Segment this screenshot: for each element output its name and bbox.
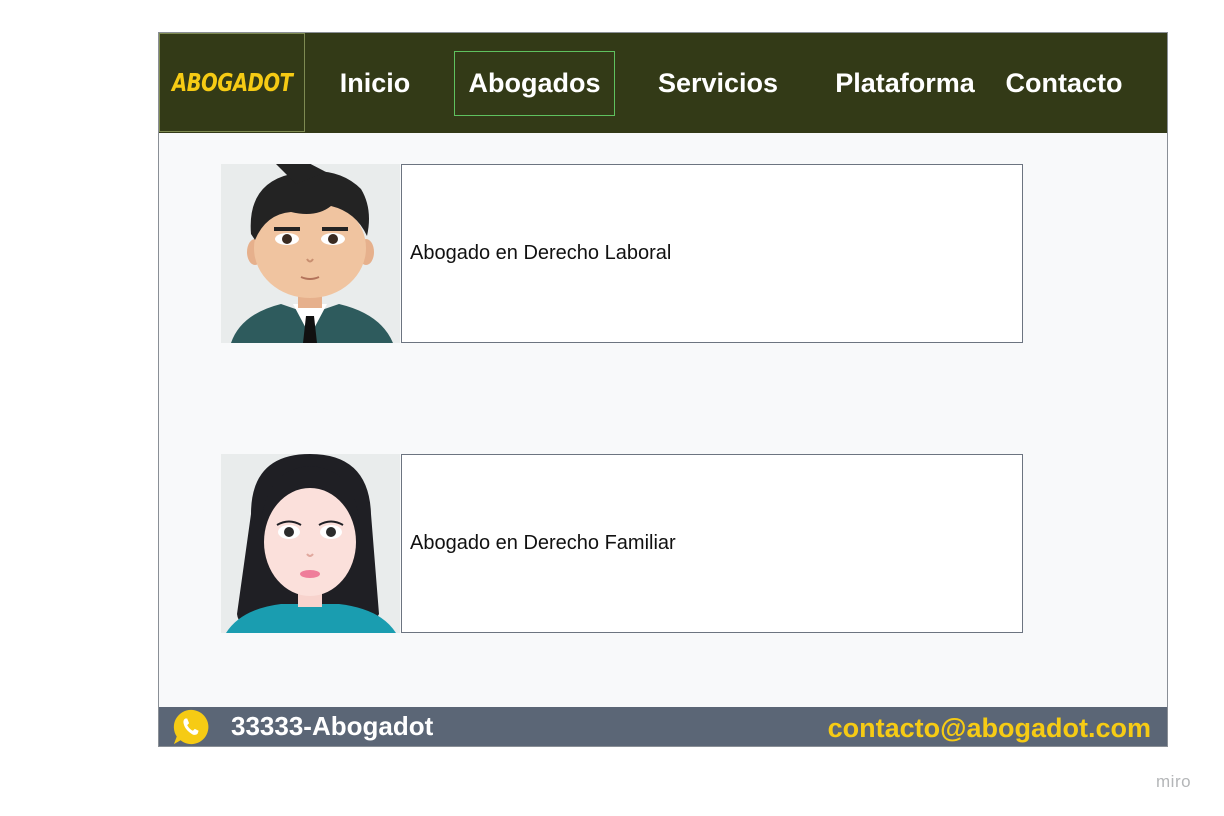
page-frame: ABOGADOT Inicio Abogados Servicios Plata…	[158, 32, 1168, 747]
nav-item-plataforma[interactable]: Plataforma	[829, 33, 981, 133]
top-navigation: ABOGADOT Inicio Abogados Servicios Plata…	[159, 33, 1167, 133]
footer-bar: 33333-Abogadot contacto@abogadot.com	[159, 707, 1167, 746]
whatsapp-icon[interactable]	[172, 708, 210, 746]
logo[interactable]: ABOGADOT	[159, 33, 305, 132]
male-lawyer-avatar	[221, 164, 400, 343]
lawyer-specialty: Abogado en Derecho Laboral	[410, 242, 672, 264]
nav-item-inicio[interactable]: Inicio	[329, 33, 421, 133]
nav-item-servicios[interactable]: Servicios	[649, 33, 787, 133]
lawyer-specialty: Abogado en Derecho Familiar	[410, 532, 676, 554]
miro-watermark: miro	[1156, 772, 1192, 791]
logo-text: ABOGADOT	[171, 68, 293, 97]
lawyer-info-box: Abogado en Derecho Laboral	[401, 164, 1023, 343]
nav-item-contacto[interactable]: Contacto	[997, 33, 1131, 133]
female-lawyer-avatar	[221, 454, 400, 633]
lawyer-info-box: Abogado en Derecho Familiar	[401, 454, 1023, 633]
footer-email[interactable]: contacto@abogadot.com	[828, 709, 1151, 748]
lawyer-card[interactable]: Abogado en Derecho Familiar	[221, 454, 1023, 633]
footer-phone[interactable]: 33333-Abogadot	[231, 707, 433, 746]
lawyer-card[interactable]: Abogado en Derecho Laboral	[221, 164, 1023, 343]
nav-item-abogados[interactable]: Abogados	[454, 51, 615, 116]
